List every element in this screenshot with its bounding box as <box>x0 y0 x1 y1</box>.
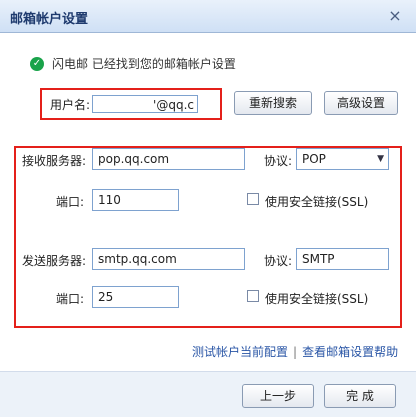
status-text: 闪电邮 已经找到您的邮箱帐户设置 <box>52 57 236 71</box>
window-title: 邮箱帐户设置 <box>10 12 89 27</box>
outgoing-ssl-checkbox[interactable] <box>247 290 259 302</box>
previous-step-button[interactable]: 上一步 <box>242 384 314 408</box>
check-circle-icon: ✓ <box>30 56 44 71</box>
outgoing-port-label: 端口: <box>56 292 85 306</box>
incoming-port-label: 端口: <box>56 195 85 209</box>
incoming-server-input[interactable]: pop.qq.com <box>92 148 245 170</box>
help-links: 测试帐户当前配置 | 查看邮箱设置帮助 <box>192 343 398 360</box>
close-icon[interactable]: × <box>386 7 404 25</box>
test-config-link[interactable]: 测试帐户当前配置 <box>192 345 288 359</box>
outgoing-protocol-label: 协议: <box>264 254 293 268</box>
title-bar: 邮箱帐户设置 × <box>0 0 416 33</box>
incoming-server-label: 接收服务器: <box>22 154 87 168</box>
incoming-port-input[interactable]: 110 <box>92 189 179 211</box>
incoming-protocol-select[interactable]: POP ▼ <box>296 148 389 170</box>
outgoing-server-input[interactable]: smtp.qq.com <box>92 248 245 270</box>
incoming-protocol-label: 协议: <box>264 154 293 168</box>
incoming-ssl-checkbox[interactable] <box>247 193 259 205</box>
outgoing-port-input[interactable]: 25 <box>92 286 179 308</box>
outgoing-server-label: 发送服务器: <box>22 254 87 268</box>
chevron-down-icon[interactable]: ▼ <box>377 149 384 169</box>
incoming-ssl-label: 使用安全链接(SSL) <box>265 195 369 209</box>
status-message: ✓ 闪电邮 已经找到您的邮箱帐户设置 <box>30 55 236 72</box>
username-input[interactable]: '@qq.c <box>92 95 198 113</box>
username-label: 用户名: <box>50 98 91 112</box>
research-button[interactable]: 重新搜索 <box>234 91 312 115</box>
settings-help-link[interactable]: 查看邮箱设置帮助 <box>302 345 398 359</box>
link-separator: | <box>293 345 298 359</box>
outgoing-protocol-input[interactable]: SMTP <box>296 248 389 270</box>
outgoing-ssl-label: 使用安全链接(SSL) <box>265 292 369 306</box>
advanced-settings-button[interactable]: 高级设置 <box>324 91 398 115</box>
incoming-protocol-value: POP <box>302 152 326 166</box>
finish-button[interactable]: 完 成 <box>324 384 396 408</box>
